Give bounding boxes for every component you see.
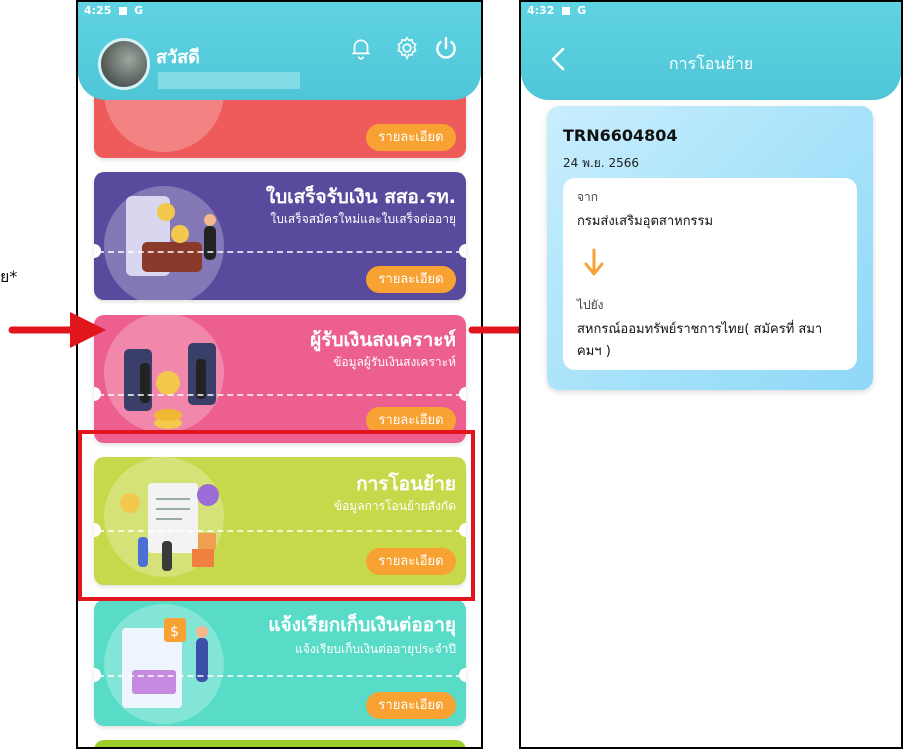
card-receipt[interactable]: ใบเสร็จรับเงิน สสอ.รท. ใบเสร็จสมัครใหม่แ… bbox=[94, 172, 466, 300]
card-subtitle: แจ้งเรียบเก็บเงินต่ออายุประจำปี bbox=[295, 642, 456, 656]
arrow-down-icon bbox=[584, 248, 604, 276]
card-notch bbox=[94, 387, 101, 401]
status-bar: 4:25 G bbox=[78, 2, 481, 24]
from-value: กรมส่งเสริมอุตสาหกรรม bbox=[577, 214, 714, 229]
beneficiary-illustration bbox=[124, 343, 216, 429]
clipped-label: ย* bbox=[0, 267, 18, 286]
svg-text:$: $ bbox=[170, 624, 179, 640]
transfer-date: 24 พ.ย. 2566 bbox=[563, 156, 640, 170]
card-title: ผู้รับเงินสงเคราะห์ bbox=[310, 329, 456, 351]
card-notch bbox=[94, 668, 101, 682]
transfer-card: TRN6604804 24 พ.ย. 2566 จาก กรมส่งเสริมอ… bbox=[547, 106, 873, 390]
avatar[interactable] bbox=[98, 38, 150, 90]
to-value-line1: สหกรณ์ออมทรัพย์ราชการไทย( สมัครที่ สมา bbox=[577, 322, 823, 337]
detail-button[interactable]: รายละเอียด bbox=[366, 124, 456, 151]
card-title: ใบเสร็จรับเงิน สสอ.รท. bbox=[265, 186, 456, 208]
notification-icon bbox=[562, 7, 571, 15]
power-icon[interactable] bbox=[433, 35, 459, 61]
transfer-detail-panel: จาก กรมส่งเสริมอุตสาหกรรม ไปยัง สหกรณ์ออ… bbox=[563, 178, 857, 370]
gear-icon[interactable] bbox=[394, 35, 420, 61]
card-next[interactable] bbox=[94, 740, 466, 747]
to-value-line2: คมฯ ) bbox=[577, 344, 611, 359]
card-divider bbox=[98, 675, 462, 677]
transfer-header: 4:32 G การโอนย้าย bbox=[521, 2, 901, 100]
red-arrow-left bbox=[8, 312, 106, 348]
transfer-id: TRN6604804 bbox=[563, 126, 678, 145]
card-notch bbox=[459, 244, 466, 258]
phone-money-illustration bbox=[126, 196, 216, 276]
card-beneficiary[interactable]: ผู้รับเงินสงเคราะห์ ข้อมูลผู้รับเงินสงเค… bbox=[94, 315, 466, 443]
card-subtitle: ข้อมูลผู้รับเงินสงเคราะห์ bbox=[333, 355, 456, 369]
page-title: การโอนย้าย bbox=[668, 54, 754, 73]
detail-button[interactable]: รายละเอียด bbox=[366, 692, 456, 719]
user-name-redacted bbox=[158, 72, 300, 89]
to-label: ไปยัง bbox=[577, 298, 604, 312]
card-title: แจ้งเรียกเก็บเงินต่ออายุ bbox=[268, 614, 456, 636]
google-icon: G bbox=[577, 4, 587, 17]
left-phone-screen: 4:25 G สวัสดี รายละเอียด ใบเสร็จรับเงิน … bbox=[76, 0, 483, 749]
detail-button[interactable]: รายละเอียด bbox=[366, 266, 456, 293]
status-bar: 4:32 G bbox=[521, 2, 901, 24]
card-subtitle: ใบเสร็จสมัครใหม่และใบเสร็จต่ออายุ bbox=[270, 212, 456, 226]
google-icon: G bbox=[134, 4, 144, 17]
card-divider bbox=[98, 251, 462, 253]
card-divider bbox=[98, 394, 462, 396]
card-notch bbox=[459, 668, 466, 682]
from-label: จาก bbox=[577, 190, 599, 204]
highlight-box bbox=[78, 430, 475, 601]
status-time: 4:25 bbox=[84, 4, 112, 17]
card-renewal[interactable]: $ แจ้งเรียกเก็บเงินต่ออายุ แจ้งเรียบเก็บ… bbox=[94, 600, 466, 726]
greeting-text: สวัสดี bbox=[156, 47, 200, 68]
card-notch bbox=[94, 244, 101, 258]
card-notch bbox=[459, 387, 466, 401]
bell-icon[interactable] bbox=[348, 35, 374, 61]
invoice-illustration: $ bbox=[122, 618, 208, 708]
status-time: 4:32 bbox=[527, 4, 555, 17]
notification-icon bbox=[119, 7, 128, 15]
right-phone-screen: 4:32 G การโอนย้าย TRN6604804 24 พ.ย. 256… bbox=[519, 0, 903, 749]
home-header: 4:25 G สวัสดี bbox=[78, 2, 481, 100]
